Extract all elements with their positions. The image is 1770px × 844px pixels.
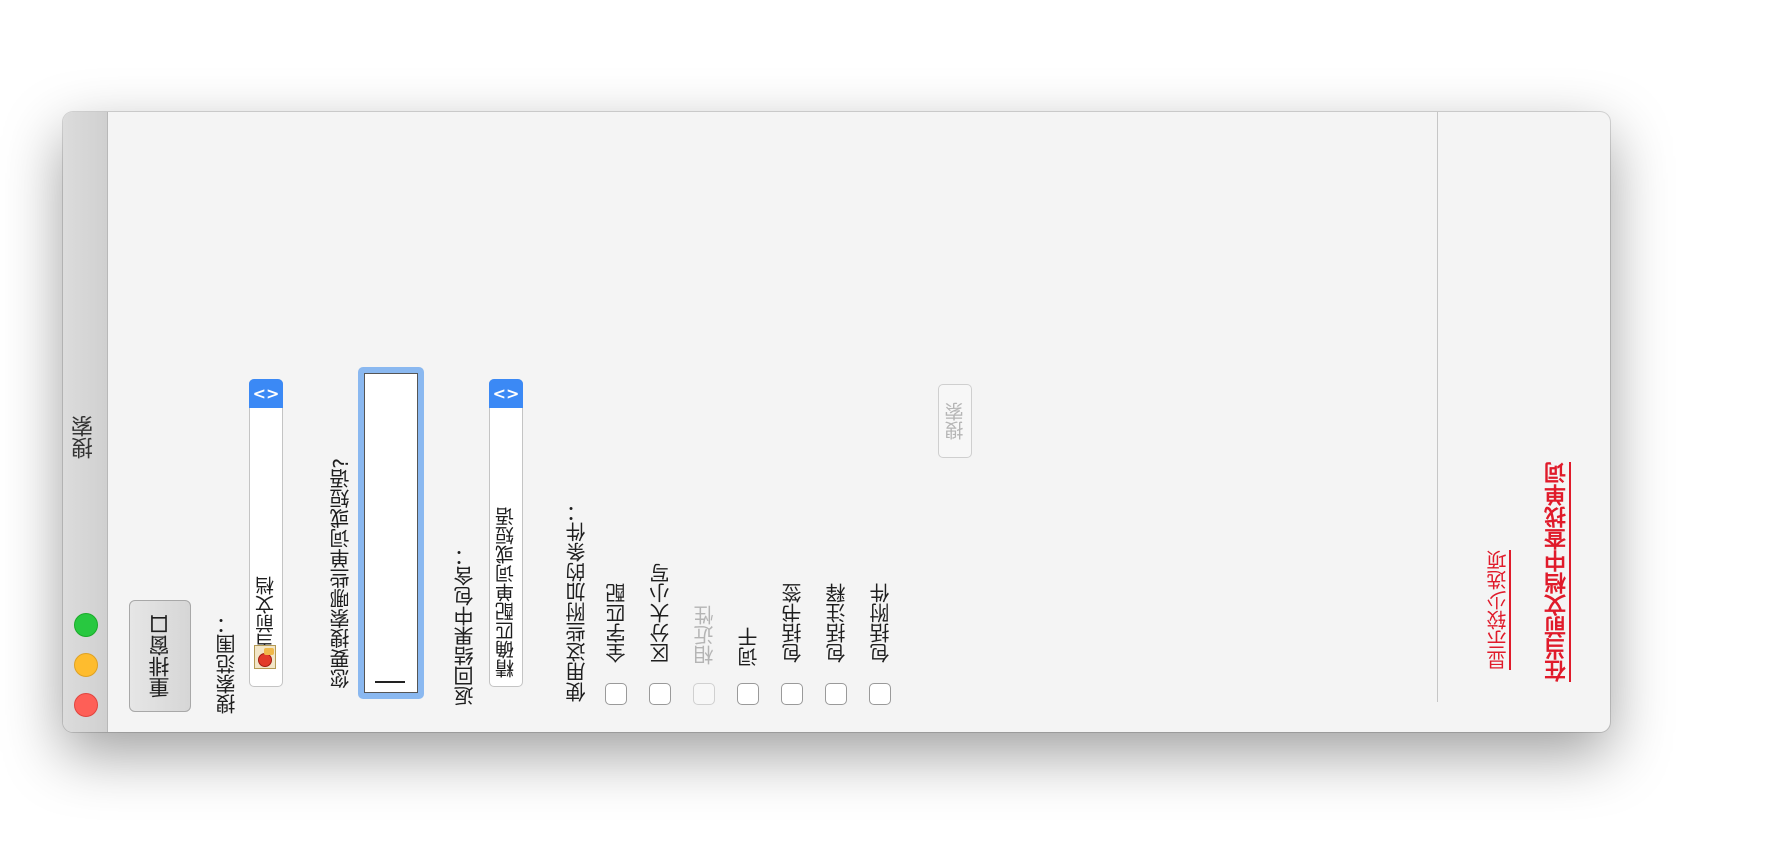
- zoom-button[interactable]: [74, 613, 98, 637]
- scope-popup[interactable]: <> 当前文档: [249, 379, 283, 687]
- rearrange-windows-label: 重排窗口: [148, 614, 172, 698]
- whole-word-label: 全字匹配: [605, 583, 629, 663]
- case-sensitive-checkbox[interactable]: [649, 683, 671, 705]
- search-button[interactable]: 搜索: [938, 384, 972, 458]
- proximity-label: 相近性: [693, 605, 717, 665]
- include-bookmarks-checkbox[interactable]: [781, 683, 803, 705]
- text-caret: [375, 681, 405, 683]
- show-fewer-options-link[interactable]: 显示较少选项: [1486, 550, 1510, 670]
- popup-arrows-icon: <>: [249, 379, 283, 408]
- include-attachments-checkbox[interactable]: [869, 683, 891, 705]
- proximity-checkbox: [693, 683, 715, 705]
- include-comments-checkbox[interactable]: [825, 683, 847, 705]
- include-comments-label: 包括注释: [825, 583, 849, 663]
- find-in-document-link[interactable]: 在当前文档中查找单词: [1545, 462, 1571, 682]
- search-query-input[interactable]: [358, 367, 424, 699]
- pdf-document-icon: [254, 645, 276, 669]
- title-bar[interactable]: 搜索: [63, 112, 108, 732]
- search-button-label: 搜索: [944, 402, 967, 440]
- scope-label: 搜索范围：: [215, 614, 239, 714]
- rearrange-windows-button[interactable]: 重排窗口: [129, 600, 191, 712]
- panel-divider: [1437, 112, 1438, 702]
- query-label: 您要搜索哪些单词或短语?: [329, 458, 353, 689]
- results-label: 返回结果中包含：: [453, 546, 477, 706]
- results-selected: 精确匹配单词或短语: [495, 507, 517, 678]
- criteria-label: 使用这些附加的条件：: [565, 502, 589, 702]
- include-attachments-label: 包括附件: [869, 583, 893, 663]
- results-popup[interactable]: <> 精确匹配单词或短语: [489, 379, 523, 687]
- stemming-checkbox[interactable]: [737, 683, 759, 705]
- include-bookmarks-label: 包括书签: [781, 583, 805, 663]
- search-query-field[interactable]: [364, 373, 418, 693]
- close-button[interactable]: [74, 693, 98, 717]
- window-title: 搜索: [72, 415, 97, 459]
- scope-selected: 当前文档: [255, 576, 277, 652]
- popup-arrows-icon: <>: [489, 379, 523, 408]
- stemming-label: 词干: [737, 627, 761, 667]
- case-sensitive-label: 区分大小写: [649, 563, 673, 663]
- minimize-button[interactable]: [74, 653, 98, 677]
- whole-word-checkbox[interactable]: [605, 683, 627, 705]
